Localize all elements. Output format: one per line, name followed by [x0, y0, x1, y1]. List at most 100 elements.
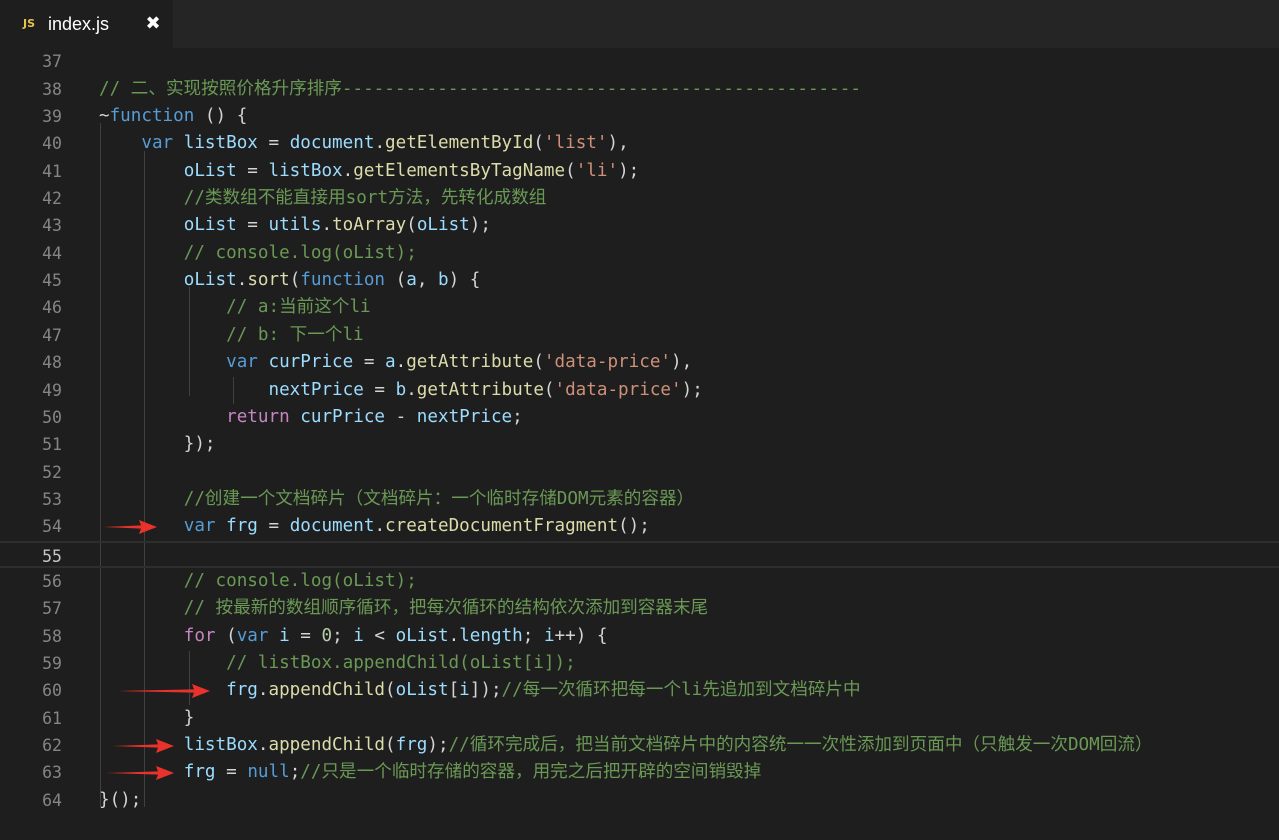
code-token: b: [395, 379, 407, 400]
code-token: (: [215, 625, 237, 646]
line-number: 37: [42, 52, 62, 72]
code-token: ;: [522, 625, 544, 646]
code-token: -: [385, 406, 417, 427]
code-token: // b: 下一个li: [226, 324, 364, 345]
code-line[interactable]: 56 // console.log(oList);: [0, 568, 1279, 595]
code-line[interactable]: 62 listBox.appendChild(frg);//循环完成后，把当前文…: [0, 732, 1279, 759]
code-line[interactable]: 44 // console.log(oList);: [0, 240, 1279, 267]
code-token: .: [236, 270, 248, 291]
code-text: // console.log(oList);: [99, 568, 417, 595]
code-line[interactable]: 54 var frg = document.createDocumentFrag…: [0, 513, 1279, 540]
code-text: ~function () {: [99, 103, 247, 130]
code-token: frg: [226, 516, 258, 537]
code-text: }();: [99, 787, 141, 814]
code-token: function: [300, 270, 386, 291]
code-token: // 二、实现按照价格升序排序-------------------------…: [99, 78, 861, 99]
line-number: 59: [42, 654, 62, 673]
code-line[interactable]: 50 return curPrice - nextPrice;: [0, 404, 1279, 431]
code-token: document: [289, 516, 375, 537]
code-line[interactable]: 58 for (var i = 0; i < oList.length; i++…: [0, 623, 1279, 650]
red-arrow-icon: [103, 519, 157, 534]
code-token: nextPrice: [268, 379, 364, 400]
code-token: ~: [99, 106, 110, 126]
code-text: listBox.appendChild(frg);//循环完成后，把当前文档碎片…: [99, 732, 1153, 759]
code-line[interactable]: 53 //创建一个文档碎片（文档碎片：一个临时存储DOM元素的容器）: [0, 486, 1279, 513]
code-line[interactable]: 49 nextPrice = b.getAttribute('data-pric…: [0, 377, 1279, 404]
code-line[interactable]: 57 // 按最新的数组顺序循环，把每次循环的结构依次添加到容器末尾: [0, 595, 1279, 622]
code-token: .: [448, 625, 460, 646]
code-line[interactable]: 63 frg = null;//只是一个临时存储的容器，用完之后把开辟的空间销毁…: [0, 759, 1279, 786]
code-token: return: [226, 406, 290, 427]
code-token: listBox: [183, 735, 258, 756]
code-token: var: [183, 516, 216, 537]
code-line[interactable]: 51 });: [0, 431, 1279, 458]
code-token: (: [385, 735, 396, 756]
line-number: 55: [42, 546, 62, 566]
code-token: i: [353, 625, 364, 646]
line-number: 43: [42, 216, 62, 236]
tab-index-js[interactable]: JS index.js ✖: [0, 0, 173, 48]
code-line[interactable]: 41 oList = listBox.getElementsByTagName(…: [0, 158, 1279, 185]
code-token: =: [257, 516, 290, 537]
line-number: 44: [42, 243, 62, 263]
line-number: 52: [42, 462, 62, 482]
code-text: frg.appendChild(oList[i]);//每一次循环把每一个li先…: [99, 677, 861, 704]
tab-title[interactable]: index.js: [48, 12, 109, 36]
code-text: oList = listBox.getElementsByTagName('li…: [99, 158, 640, 185]
code-token: ),: [607, 133, 629, 154]
code-line[interactable]: 61 }: [0, 705, 1279, 732]
code-line[interactable]: 37: [0, 48, 1279, 75]
code-text: //类数组不能直接用sort方法，先转化成数组: [99, 185, 547, 212]
code-line[interactable]: 59 // listBox.appendChild(oList[i]);: [0, 650, 1279, 677]
line-number: 60: [42, 681, 62, 701]
line-number: 39: [42, 107, 62, 126]
line-number: 38: [42, 79, 62, 99]
code-token: =: [215, 762, 248, 783]
code-editor[interactable]: 37 38 // 二、实现按照价格升序排序---------------------…: [0, 48, 1279, 840]
code-token: );: [427, 735, 449, 756]
code-line[interactable]: 43 oList = utils.toArray(oList);: [0, 212, 1279, 239]
code-line[interactable]: 47 // b: 下一个li: [0, 322, 1279, 349]
code-line[interactable]: 39 ~function () {: [0, 103, 1279, 130]
code-token: ;: [512, 406, 523, 427]
code-token: () {: [194, 106, 248, 126]
code-token: a: [406, 270, 417, 291]
code-token: .: [342, 160, 354, 181]
line-number: 56: [42, 571, 62, 591]
code-line[interactable]: 38 // 二、实现按照价格升序排序-----------------------…: [0, 76, 1279, 103]
code-token: curPrice: [300, 406, 386, 427]
code-token: <: [363, 625, 396, 646]
code-token: .: [257, 735, 269, 756]
code-token: (: [533, 133, 544, 154]
code-token: // console.log(oList);: [183, 242, 417, 263]
code-line[interactable]: 48 var curPrice = a.getAttribute('data-p…: [0, 349, 1279, 376]
code-token: // a:当前这个li: [226, 297, 371, 318]
line-number: 64: [42, 790, 62, 810]
code-line[interactable]: 40 var listBox = document.getElementById…: [0, 130, 1279, 157]
code-token: oList: [416, 215, 470, 236]
code-token: =: [236, 215, 269, 236]
code-token: // console.log(oList);: [183, 570, 417, 591]
code-text: // 按最新的数组顺序循环，把每次循环的结构依次添加到容器末尾: [99, 595, 708, 622]
code-line[interactable]: 42 //类数组不能直接用sort方法，先转化成数组: [0, 185, 1279, 212]
code-token: frg: [183, 762, 216, 783]
code-line[interactable]: 45 oList.sort(function (a, b) {: [0, 267, 1279, 294]
code-line[interactable]: 52: [0, 459, 1279, 486]
code-text: }: [99, 705, 195, 732]
code-text: // console.log(oList);: [99, 240, 417, 267]
code-line[interactable]: 55: [0, 540, 1279, 568]
code-line[interactable]: 64 }();: [0, 787, 1279, 814]
code-line[interactable]: 46 // a:当前这个li: [0, 294, 1279, 321]
code-token: a: [385, 352, 396, 373]
code-token: =: [363, 379, 396, 400]
code-text: oList.sort(function (a, b) {: [99, 267, 481, 294]
close-icon[interactable]: ✖: [143, 12, 163, 36]
